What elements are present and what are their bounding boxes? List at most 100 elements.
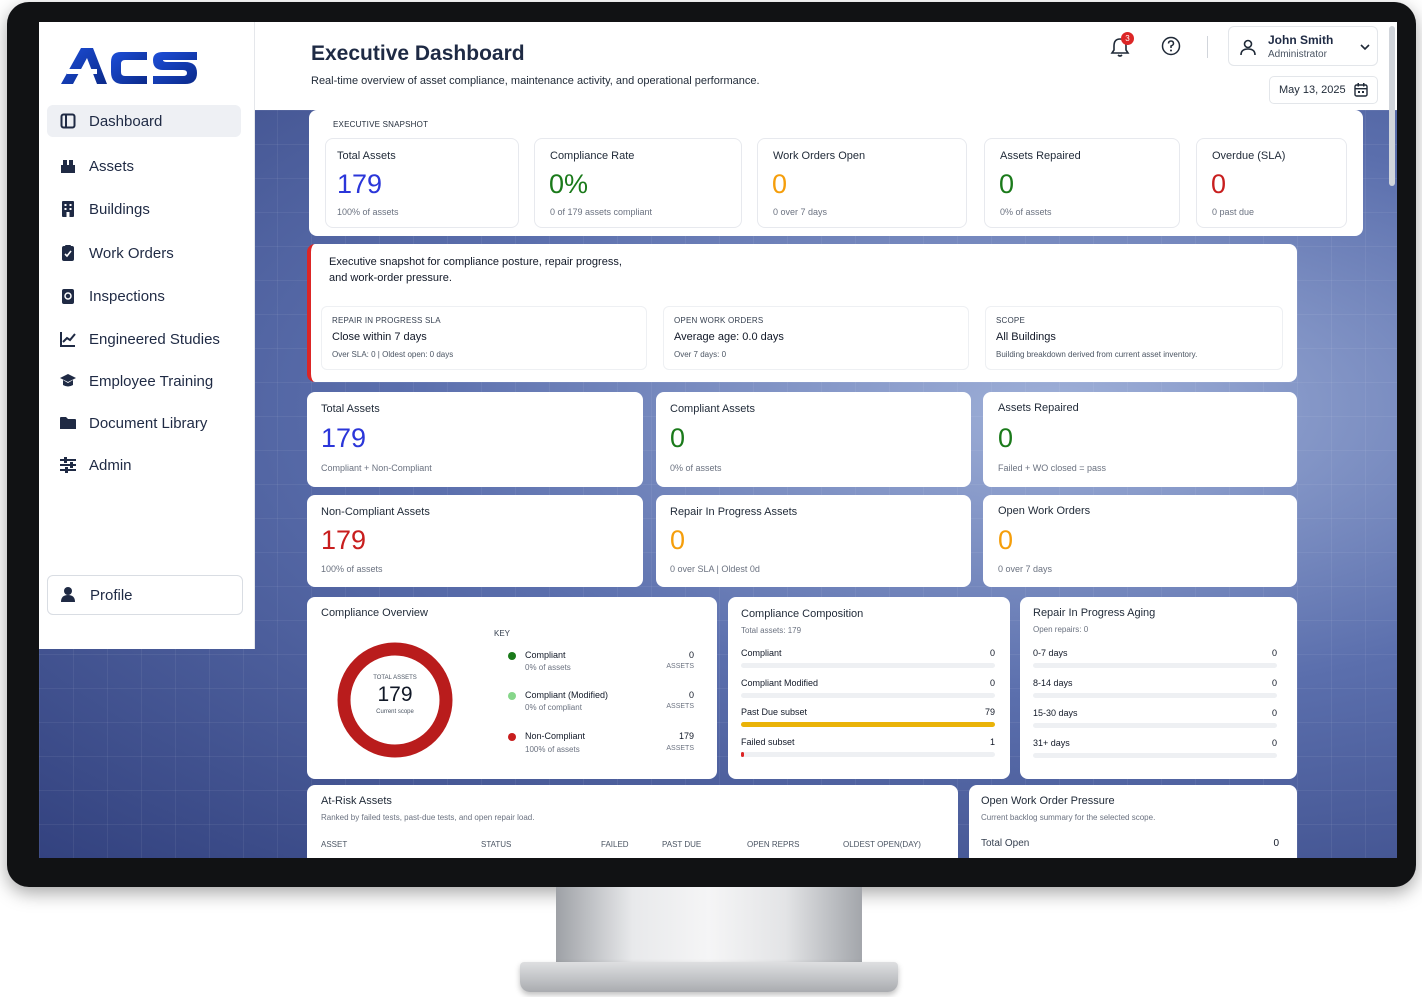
legend-value: 0 [688, 690, 694, 700]
sidebar-item-label: Engineered Studies [89, 330, 220, 348]
help-icon[interactable] [1161, 36, 1181, 56]
legend-dot [508, 733, 516, 741]
card-label: Total Assets [337, 150, 396, 162]
profile-label: Profile [90, 586, 133, 604]
info-card-open-work-orders: OPEN WORK ORDERS Average age: 0.0 days O… [663, 306, 969, 370]
header: Executive Dashboard Real-time overview o… [255, 22, 1397, 110]
snapshot-card-assets-repaired: Assets Repaired 0 0% of assets [984, 138, 1180, 228]
sidebar-item-inspections[interactable]: Inspections [47, 280, 241, 312]
sidebar-item-document-library[interactable]: Document Library [47, 407, 241, 439]
legend-name: Non-Compliant [525, 731, 586, 741]
row-value: 79 [984, 707, 995, 717]
pressure-row-value: 0 [1273, 838, 1279, 849]
chart-line-icon [59, 330, 77, 348]
row-label: 15-30 days [1033, 708, 1078, 718]
row-value: 0 [1271, 648, 1277, 658]
sidebar-item-work-orders[interactable]: Work Orders [47, 237, 241, 269]
column-header[interactable]: ASSET [321, 840, 347, 849]
legend-value: 0 [688, 650, 694, 660]
card-value: 0 [998, 525, 1014, 555]
row-progress-track [1033, 723, 1277, 728]
panel-title: Repair In Progress Aging [1033, 607, 1156, 619]
card-note: 0 of 179 assets compliant [550, 207, 653, 217]
info-card-scope: SCOPE All Buildings Building breakdown d… [985, 306, 1283, 370]
panel-subtitle: Ranked by failed tests, past-due tests, … [321, 813, 535, 822]
kpi-card-assets-repaired: Assets Repaired 0 Failed + WO closed = p… [983, 392, 1297, 487]
app-screen: Dashboard Assets Buildings Work Orders I… [39, 22, 1397, 858]
building-icon [59, 200, 77, 218]
card-note: 0 past due [1212, 207, 1255, 217]
card-note: Compliant + Non-Compliant [321, 463, 432, 473]
card-value: 0 [998, 423, 1014, 453]
card-value: 0% [549, 169, 589, 199]
info-caption: REPAIR IN PROGRESS SLA [332, 316, 441, 325]
profile-button[interactable]: Profile [47, 575, 243, 615]
card-label: Work Orders Open [773, 150, 866, 162]
card-value: 0 [670, 525, 686, 555]
user-icon [1240, 39, 1256, 56]
sidebar-item-dashboard[interactable]: Dashboard [47, 105, 241, 137]
sidebar-item-engineered-studies[interactable]: Engineered Studies [47, 323, 241, 355]
sidebar-item-admin[interactable]: Admin [47, 449, 241, 481]
snapshot-card-compliance-rate: Compliance Rate 0% 0 of 179 assets compl… [534, 138, 742, 228]
header-divider [1207, 36, 1208, 58]
column-header[interactable]: STATUS [481, 840, 511, 849]
executive-snapshot-panel: EXECUTIVE SNAPSHOT Total Assets 179 100%… [309, 110, 1363, 236]
folder-icon [59, 414, 77, 432]
monitor-neck [556, 887, 862, 967]
panel-title: Compliance Overview [321, 607, 428, 619]
user-role: Administrator [1268, 49, 1327, 60]
column-header[interactable]: FAILED [601, 840, 629, 849]
info-value: Close within 7 days [332, 331, 427, 343]
row-progress-fill [741, 722, 995, 727]
card-label: Overdue (SLA) [1212, 150, 1286, 162]
column-header[interactable]: PAST DUE [662, 840, 701, 849]
page-scrollbar[interactable] [1389, 26, 1395, 186]
row-progress-track [1033, 663, 1277, 668]
date-picker[interactable]: May 13, 2025 [1269, 76, 1378, 104]
legend-dot [508, 652, 516, 660]
info-caption: SCOPE [996, 316, 1026, 325]
card-note: 100% of assets [321, 564, 383, 574]
row-progress-track [1033, 753, 1277, 758]
row-label: Failed subset [741, 736, 795, 747]
card-value: 179 [321, 525, 367, 555]
monitor-frame: Dashboard Assets Buildings Work Orders I… [7, 2, 1416, 887]
row-value: 0 [989, 648, 995, 658]
legend-unit: ASSETS [666, 663, 694, 670]
legend-name: Compliant [525, 650, 566, 660]
user-menu[interactable]: John Smith Administrator [1228, 26, 1378, 66]
repair-aging-panel: Repair In Progress Aging Open repairs: 0… [1020, 597, 1297, 779]
panel-subtitle: Open repairs: 0 [1033, 625, 1089, 634]
card-label: Compliance Rate [550, 150, 635, 162]
card-note: 0 over 7 days [998, 564, 1053, 574]
compliance-overview-panel: Compliance Overview TOTAL ASSETS 179 Cur… [307, 597, 717, 779]
user-name: John Smith [1268, 33, 1334, 47]
card-note: 0% of assets [1000, 207, 1052, 217]
legend-unit: ASSETS [666, 745, 694, 752]
pressure-row-label: Total Open [981, 838, 1030, 849]
donut-caption: TOTAL ASSETS [373, 675, 417, 681]
notification-badge: 3 [1121, 32, 1134, 45]
page-title: Executive Dashboard [311, 42, 525, 65]
row-progress-track [1033, 693, 1277, 698]
column-header[interactable]: OLDEST OPEN(DAY) [843, 840, 921, 849]
card-note: 0% of assets [670, 463, 722, 473]
snapshot-card-overdue-sla: Overdue (SLA) 0 0 past due [1196, 138, 1347, 228]
card-label: Total Assets [321, 403, 380, 415]
kpi-card-non-compliant-assets: Non-Compliant Assets 179 100% of assets [307, 495, 643, 587]
donut-value: 179 [377, 683, 413, 706]
user-icon [60, 586, 78, 604]
sidebar-item-assets[interactable]: Assets [47, 150, 241, 182]
compliance-composition-panel: Compliance Composition Total assets: 179… [728, 597, 1010, 779]
sidebar-item-label: Employee Training [89, 372, 214, 390]
column-header[interactable]: OPEN REPRS [747, 840, 799, 849]
sidebar-item-buildings[interactable]: Buildings [47, 193, 241, 225]
sidebar-item-label: Assets [89, 157, 135, 175]
card-note: 100% of assets [337, 207, 399, 217]
row-progress-track [741, 751, 995, 757]
card-label: Open Work Orders [998, 505, 1091, 517]
work-order-pressure-panel: Open Work Order Pressure Current backlog… [969, 785, 1297, 858]
snapshot-info-panel: Executive snapshot for compliance postur… [307, 244, 1297, 382]
sidebar-item-employee-training[interactable]: Employee Training [47, 365, 241, 397]
